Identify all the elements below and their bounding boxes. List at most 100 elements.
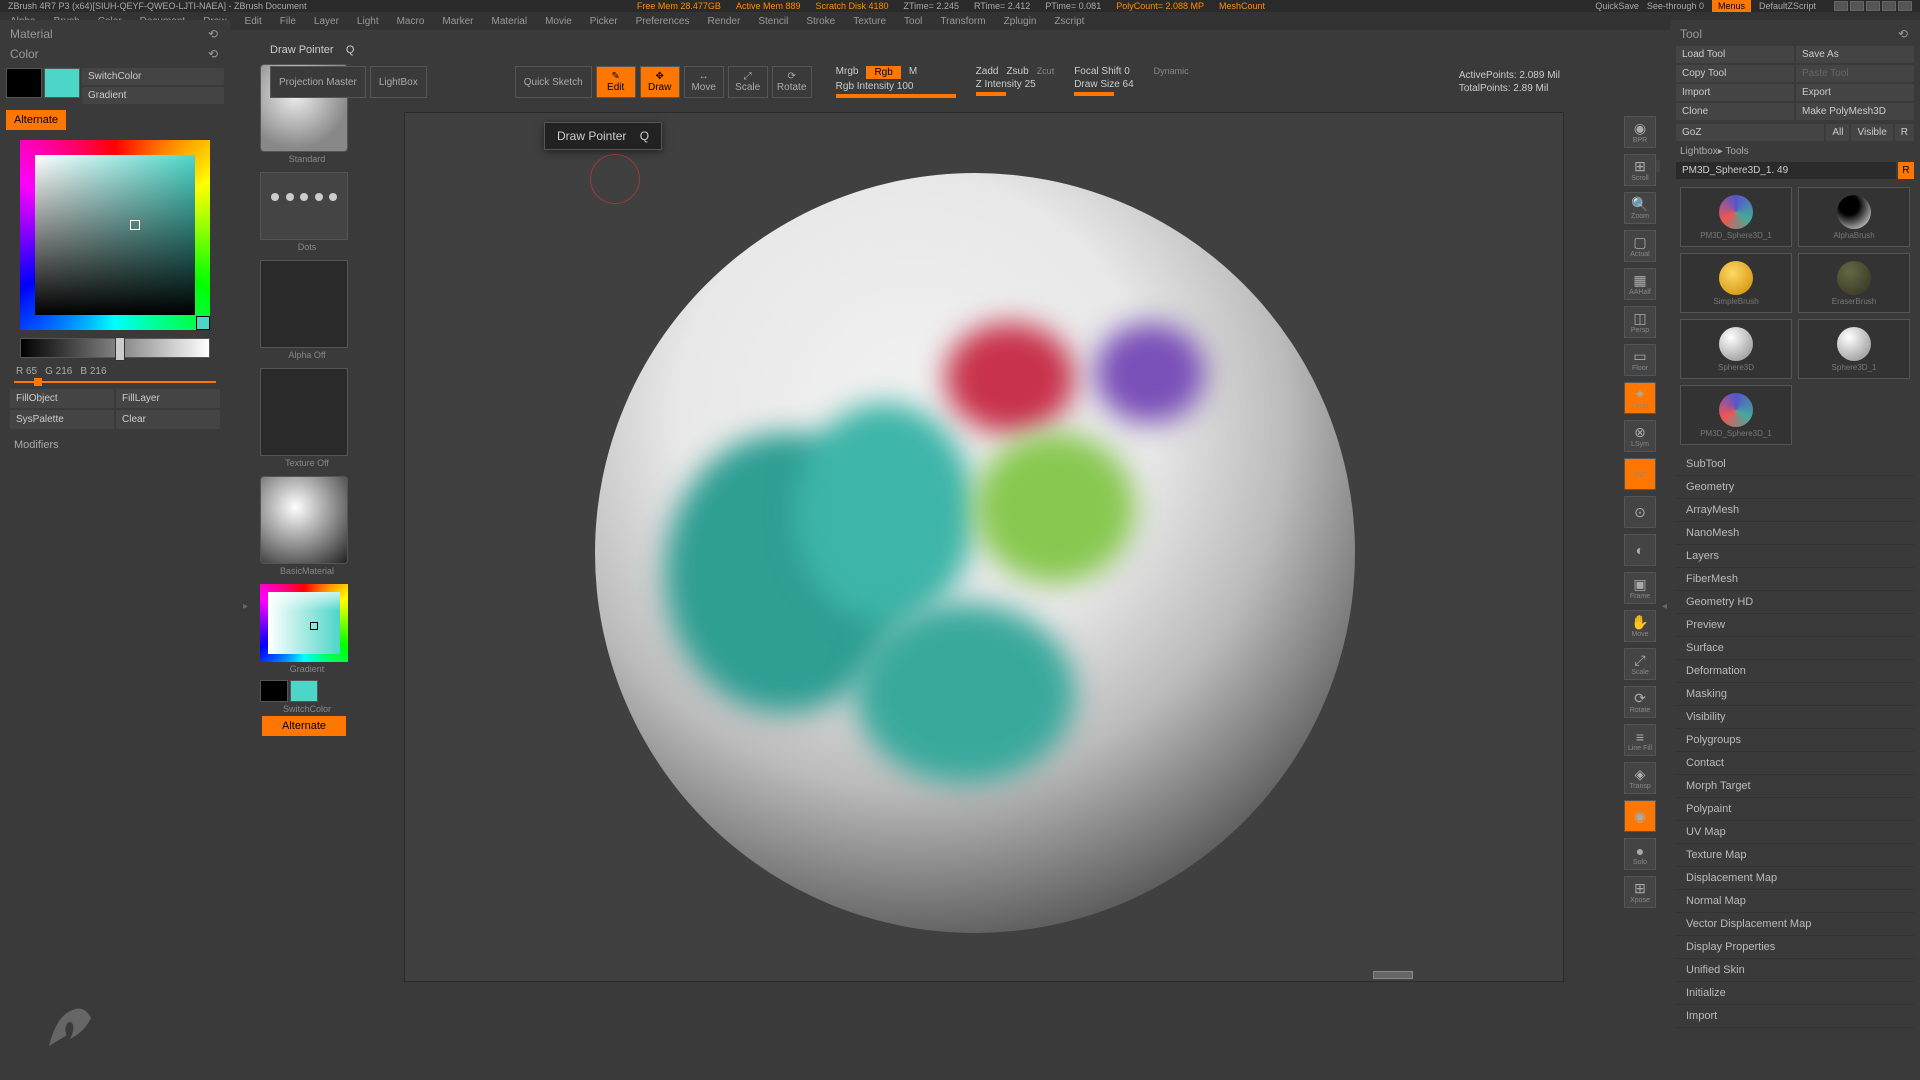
alternate-button[interactable]: Alternate	[6, 110, 66, 130]
rgb-button[interactable]: Rgb	[866, 66, 900, 79]
undock-icon[interactable]: ⟲	[208, 27, 220, 39]
seethrough-slider[interactable]: See-through 0	[1647, 1, 1704, 11]
mini-switchcolor[interactable]: SwitchColor	[260, 704, 354, 714]
save-as-button[interactable]: Save As	[1796, 46, 1914, 63]
primary-color-swatch[interactable]	[44, 68, 80, 98]
move-view-button[interactable]: ✋Move	[1624, 610, 1656, 642]
actual-button[interactable]: ▢Actual	[1624, 230, 1656, 262]
scale-view-button[interactable]: ⤢Scale	[1624, 648, 1656, 680]
aahalf-button[interactable]: ▦AAHalf	[1624, 268, 1656, 300]
g-value[interactable]: G 216	[45, 366, 72, 377]
menu-texture[interactable]: Texture	[853, 16, 886, 27]
menu-stroke[interactable]: Stroke	[806, 16, 835, 27]
gizmo2-button[interactable]: ◐	[1624, 534, 1656, 566]
persp-button[interactable]: ◫Persp	[1624, 306, 1656, 338]
acc-arraymesh[interactable]: ArrayMesh	[1676, 499, 1914, 522]
export-button[interactable]: Export	[1796, 84, 1914, 101]
paste-tool-button[interactable]: Paste Tool	[1796, 65, 1914, 82]
menu-render[interactable]: Render	[708, 16, 741, 27]
texture-thumb[interactable]	[260, 368, 348, 456]
mini-alternate-button[interactable]: Alternate	[262, 716, 346, 736]
load-tool-button[interactable]: Load Tool	[1676, 46, 1794, 63]
lightbox-button[interactable]: LightBox	[370, 66, 427, 98]
mini-secondary-swatch[interactable]	[260, 680, 288, 702]
rotate-view-button[interactable]: ⟳Rotate	[1624, 686, 1656, 718]
zoom-button[interactable]: 🔍Zoom	[1624, 192, 1656, 224]
horizontal-scrollbar[interactable]	[1373, 971, 1413, 979]
acc-polypaint[interactable]: Polypaint	[1676, 798, 1914, 821]
clear-button[interactable]: Clear	[116, 410, 220, 429]
slider-handle-icon[interactable]	[115, 337, 125, 361]
acc-polygroups[interactable]: Polygroups	[1676, 729, 1914, 752]
filllayer-button[interactable]: FillLayer	[116, 389, 220, 408]
scale-mode-button[interactable]: ⤢Scale	[728, 66, 768, 98]
acc-preview[interactable]: Preview	[1676, 614, 1914, 637]
menu-stencil[interactable]: Stencil	[758, 16, 788, 27]
import-button[interactable]: Import	[1676, 84, 1794, 101]
menu-preferences[interactable]: Preferences	[636, 16, 690, 27]
minimize-button[interactable]	[1850, 1, 1864, 11]
tool-thumb-sphere3d1[interactable]: Sphere3D_1	[1798, 319, 1910, 379]
menu-zscript[interactable]: Zscript	[1054, 16, 1084, 27]
xyz-button[interactable]: Xyz	[1624, 458, 1656, 490]
transp-button[interactable]: ◈Transp	[1624, 762, 1656, 794]
acc-uvmap[interactable]: UV Map	[1676, 821, 1914, 844]
picker-cursor-icon[interactable]	[130, 220, 140, 230]
acc-surface[interactable]: Surface	[1676, 637, 1914, 660]
modifiers-section[interactable]: Modifiers	[4, 433, 226, 457]
edit-mode-button[interactable]: ✎Edit	[596, 66, 636, 98]
menu-file[interactable]: File	[280, 16, 296, 27]
menu-marker[interactable]: Marker	[442, 16, 473, 27]
undock-icon[interactable]: ⟲	[208, 47, 220, 59]
local-button[interactable]: ✦Local	[1624, 382, 1656, 414]
copy-tool-button[interactable]: Copy Tool	[1676, 65, 1794, 82]
acc-normalmap[interactable]: Normal Map	[1676, 890, 1914, 913]
canvas[interactable]	[404, 112, 1564, 982]
help-button[interactable]	[1834, 1, 1848, 11]
acc-visibility[interactable]: Visibility	[1676, 706, 1914, 729]
r-value[interactable]: R 65	[16, 366, 37, 377]
projection-master-button[interactable]: Projection Master	[270, 66, 366, 98]
fillobject-button[interactable]: FillObject	[10, 389, 114, 408]
acc-displayprops[interactable]: Display Properties	[1676, 936, 1914, 959]
clone-button[interactable]: Clone	[1676, 103, 1794, 120]
zsub-button[interactable]: Zsub	[1006, 66, 1028, 77]
z-intensity-label[interactable]: Z Intensity 25	[976, 79, 1055, 90]
acc-vdm[interactable]: Vector Displacement Map	[1676, 913, 1914, 936]
menus-button[interactable]: Menus	[1712, 0, 1751, 12]
tool-header[interactable]: Tool ⟲	[1674, 24, 1916, 44]
acc-nanomesh[interactable]: NanoMesh	[1676, 522, 1914, 545]
z-intensity-slider[interactable]	[976, 92, 1006, 96]
tool-thumb-eraserbrush[interactable]: EraserBrush	[1798, 253, 1910, 313]
gizmo-button[interactable]: ⊙	[1624, 496, 1656, 528]
secondary-color-swatch[interactable]	[6, 68, 42, 98]
linefill-button[interactable]: ≡Line Fill	[1624, 724, 1656, 756]
acc-masking[interactable]: Masking	[1676, 683, 1914, 706]
syspalette-button[interactable]: SysPalette	[10, 410, 114, 429]
draw-size-label[interactable]: Draw Size 64	[1074, 79, 1133, 90]
menu-light[interactable]: Light	[357, 16, 379, 27]
material-header[interactable]: Material ⟲	[4, 24, 226, 44]
m-button[interactable]: M	[909, 66, 917, 79]
tool-thumb-pm3d[interactable]: PM3D_Sphere3D_1	[1680, 385, 1792, 445]
mini-picker-cursor-icon[interactable]	[310, 622, 318, 630]
acc-contact[interactable]: Contact	[1676, 752, 1914, 775]
zadd-button[interactable]: Zadd	[976, 66, 999, 77]
menu-edit[interactable]: Edit	[245, 16, 262, 27]
acc-deformation[interactable]: Deformation	[1676, 660, 1914, 683]
rgb-slider[interactable]	[14, 381, 216, 383]
goz-all-button[interactable]: All	[1826, 124, 1849, 141]
zcut-button[interactable]: Zcut	[1037, 66, 1055, 77]
draw-size-slider[interactable]	[1074, 92, 1114, 96]
rgb-intensity-slider[interactable]	[836, 94, 956, 98]
material-thumb[interactable]	[260, 476, 348, 564]
goz-button[interactable]: GoZ	[1676, 124, 1824, 141]
switchcolor-button[interactable]: SwitchColor	[82, 68, 224, 85]
lightbox-tools-link[interactable]: Lightbox▸ Tools	[1674, 143, 1916, 160]
frame-button[interactable]: ▣Frame	[1624, 572, 1656, 604]
acc-initialize[interactable]: Initialize	[1676, 982, 1914, 1005]
menu-layer[interactable]: Layer	[314, 16, 339, 27]
move-mode-button[interactable]: ↔Move	[684, 66, 724, 98]
alpha-thumb[interactable]	[260, 260, 348, 348]
goz-r-button[interactable]: R	[1895, 124, 1914, 141]
